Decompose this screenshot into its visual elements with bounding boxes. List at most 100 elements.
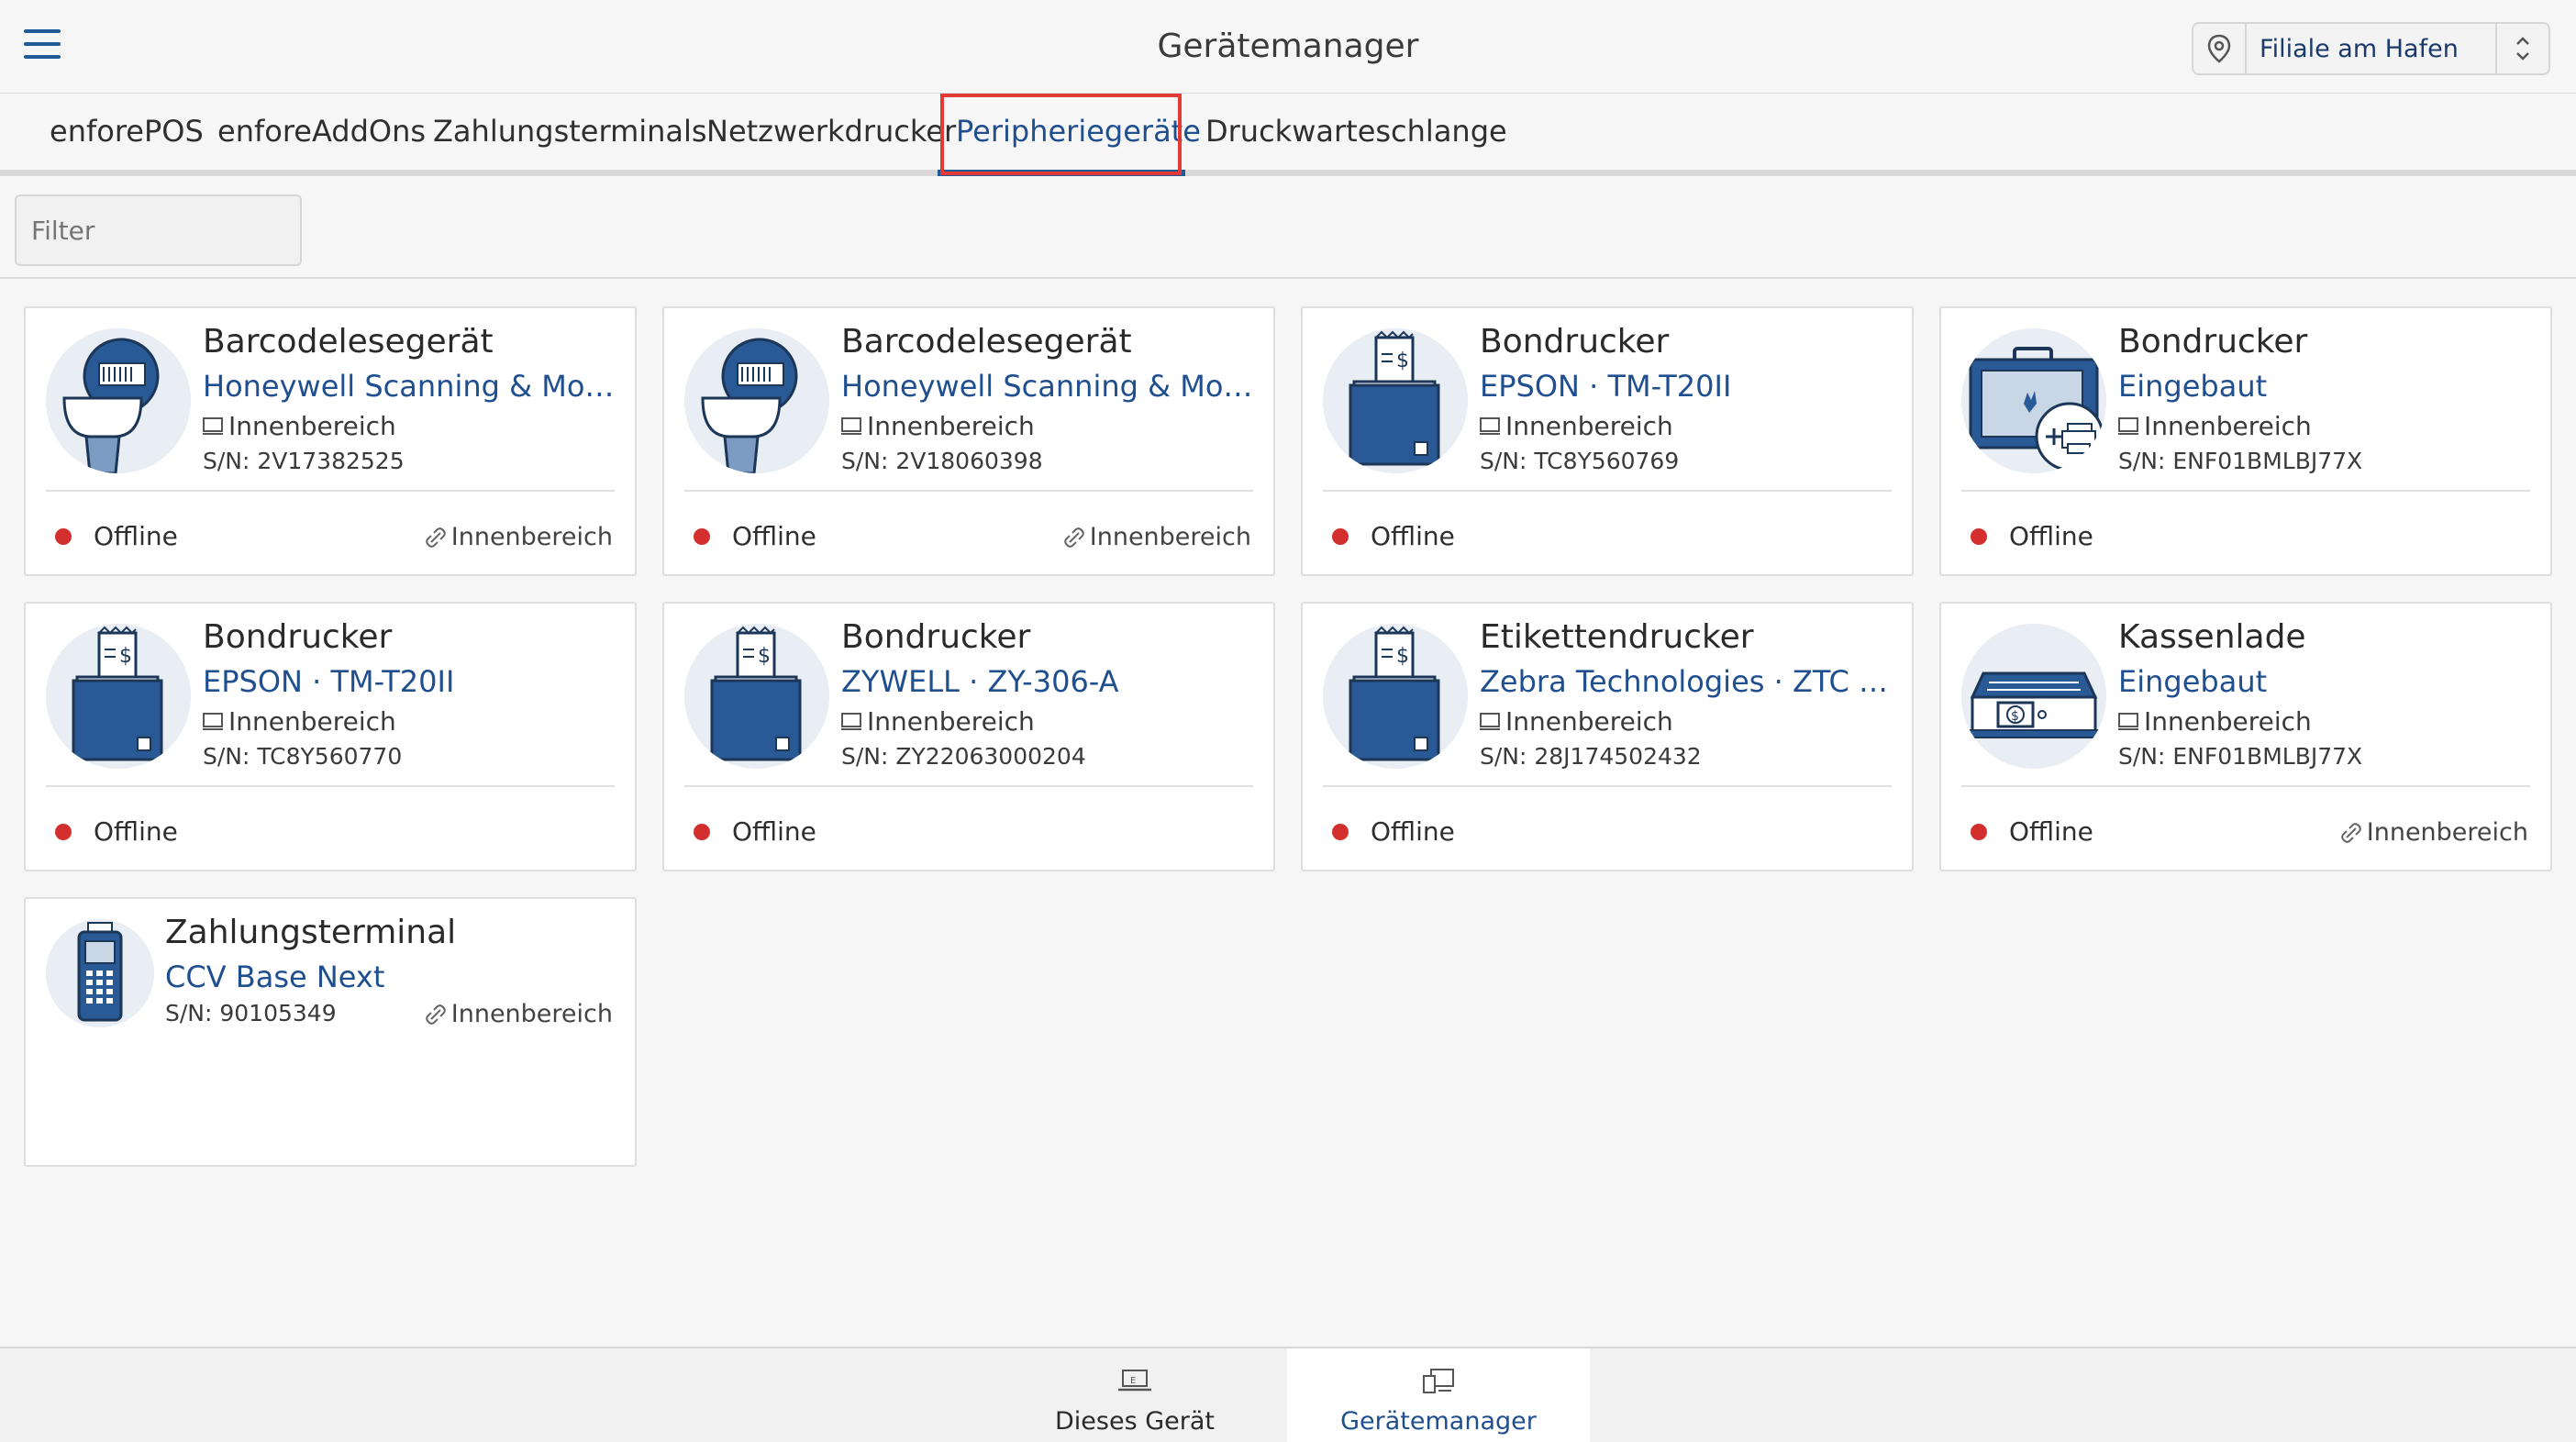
status-label: Offline [732, 816, 816, 847]
device-serial: S/N: ZY22063000204 [841, 743, 1086, 770]
page-title: Gerätemanager [1157, 28, 1419, 65]
laptop-icon: E [1118, 1370, 1151, 1392]
device-link-label: Innenbereich [450, 523, 613, 551]
divider [1323, 785, 1892, 787]
barcode-scanner-icon [684, 328, 829, 473]
tab-enforeaddons[interactable]: enforeAddOns [217, 114, 426, 149]
status-label: Offline [2009, 521, 2093, 551]
device-serial: S/N: 2V17382525 [203, 448, 405, 474]
device-location-label: Innenbereich [228, 706, 396, 737]
device-card[interactable]: Bondrucker EPSON · TM-T20II Innenbereich… [1301, 306, 1914, 576]
device-link[interactable]: Innenbereich [1063, 523, 1251, 551]
tab-zahlungsterminals[interactable]: Zahlungsterminals [433, 114, 707, 149]
monitor-icon [203, 416, 223, 435]
device-status: Offline [694, 521, 816, 551]
device-model: EPSON · TM-T20II [1480, 369, 1732, 404]
location-pin-icon [2193, 24, 2247, 73]
device-location: Innenbereich [841, 411, 1035, 441]
monitor-icon [2118, 712, 2138, 730]
offline-status-dot [55, 823, 72, 840]
device-location-label: Innenbereich [228, 411, 396, 441]
device-serial: S/N: ENF01BMLBJ77X [2118, 743, 2363, 770]
offline-status-dot [694, 823, 710, 840]
offline-status-dot [55, 527, 72, 545]
device-link[interactable]: Innenbereich [425, 523, 613, 551]
bottom-nav: E Dieses Gerät Gerätemanager [0, 1347, 2576, 1442]
device-card[interactable]: Etikettendrucker Zebra Technologies · ZT… [1301, 602, 1914, 871]
device-model: Honeywell Scanning & Mobilit... [203, 369, 625, 404]
device-location: Innenbereich [1480, 411, 1673, 441]
device-status: Offline [1971, 521, 2093, 551]
device-card[interactable]: Bondrucker ZYWELL · ZY-306-A Innenbereic… [662, 602, 1275, 871]
nav-label: Dieses Gerät [1055, 1407, 1215, 1436]
device-status: Offline [1971, 816, 2093, 847]
device-location: Innenbereich [203, 706, 396, 737]
link-icon [1063, 527, 1084, 548]
location-label: Filiale am Hafen [2260, 34, 2459, 63]
device-title: Kassenlade [2118, 618, 2306, 656]
device-card[interactable]: Bondrucker Eingebaut Innenbereich S/N: E… [1939, 306, 2552, 576]
device-serial: S/N: 90105349 [165, 1000, 337, 1026]
device-status: Offline [694, 816, 816, 847]
device-location-label: Innenbereich [867, 706, 1035, 737]
offline-status-dot [1971, 823, 1987, 840]
nav-dieses-geraet[interactable]: E Dieses Gerät [983, 1348, 1286, 1442]
location-selector[interactable]: Filiale am Hafen [2192, 22, 2550, 75]
divider [46, 490, 615, 492]
device-card[interactable]: Zahlungsterminal CCV Base Next S/N: 9010… [24, 897, 637, 1167]
device-title: Bondrucker [2118, 323, 2308, 360]
device-card[interactable]: Bondrucker EPSON · TM-T20II Innenbereich… [24, 602, 637, 871]
nav-geraetemanager[interactable]: Gerätemanager [1287, 1348, 1590, 1442]
monitor-icon [203, 712, 223, 730]
device-link-label: Innenbereich [2366, 818, 2528, 847]
device-status: Offline [55, 521, 178, 551]
divider [684, 490, 1253, 492]
device-model: ZYWELL · ZY-306-A [841, 664, 1119, 699]
device-link[interactable]: Innenbereich [2340, 818, 2528, 847]
filter-input[interactable] [15, 194, 302, 266]
device-model: Eingebaut [2118, 664, 2268, 699]
tab-druckwarteschlange[interactable]: Druckwarteschlange [1205, 114, 1507, 149]
svg-text:E: E [1130, 1376, 1136, 1386]
device-link-label: Innenbereich [450, 1000, 613, 1028]
device-location-label: Innenbereich [2144, 411, 2312, 441]
device-title: Bondrucker [203, 618, 393, 656]
device-card[interactable]: Barcodelesegerät Honeywell Scanning & Mo… [662, 306, 1275, 576]
monitor-icon [2118, 416, 2138, 435]
device-title: Bondrucker [841, 618, 1031, 656]
tab-netzwerkdrucker[interactable]: Netzwerkdrucker [706, 114, 956, 149]
device-card[interactable]: Barcodelesegerät Honeywell Scanning & Mo… [24, 306, 637, 576]
filter-bar [0, 176, 2576, 279]
device-location-label: Innenbereich [867, 411, 1035, 441]
tab-peripheriegeraete[interactable]: Peripheriegeräte [956, 114, 1201, 149]
link-icon [425, 1004, 446, 1025]
status-label: Offline [2009, 816, 2093, 847]
divider [1961, 490, 2530, 492]
link-icon [425, 527, 446, 548]
device-model: Eingebaut [2118, 369, 2268, 404]
device-serial: S/N: TC8Y560770 [203, 743, 403, 770]
divider [46, 785, 615, 787]
label-printer-icon [1323, 624, 1468, 769]
device-serial: S/N: 28J174502432 [1480, 743, 1702, 770]
status-label: Offline [94, 816, 178, 847]
offline-status-dot [1332, 527, 1349, 545]
device-status: Offline [1332, 521, 1455, 551]
status-label: Offline [1371, 521, 1455, 551]
devices-icon [1423, 1369, 1454, 1393]
device-location: Innenbereich [1480, 706, 1673, 737]
tab-enforepos[interactable]: enforePOS [50, 114, 204, 149]
device-location: Innenbereich [2118, 706, 2312, 737]
device-serial: S/N: 2V18060398 [841, 448, 1043, 474]
device-card[interactable]: Kassenlade Eingebaut Innenbereich S/N: E… [1939, 602, 2552, 871]
device-link[interactable]: Innenbereich [425, 1000, 613, 1028]
monitor-icon [841, 416, 861, 435]
offline-status-dot [694, 527, 710, 545]
device-title: Bondrucker [1480, 323, 1670, 360]
active-tab-indicator [938, 170, 1185, 176]
cash-drawer-icon [1961, 624, 2106, 769]
device-status: Offline [1332, 816, 1455, 847]
device-model: Zebra Technologies · ZTC GK4... [1480, 664, 1902, 699]
nav-label: Gerätemanager [1340, 1407, 1537, 1436]
receipt-printer-icon [1323, 328, 1468, 473]
